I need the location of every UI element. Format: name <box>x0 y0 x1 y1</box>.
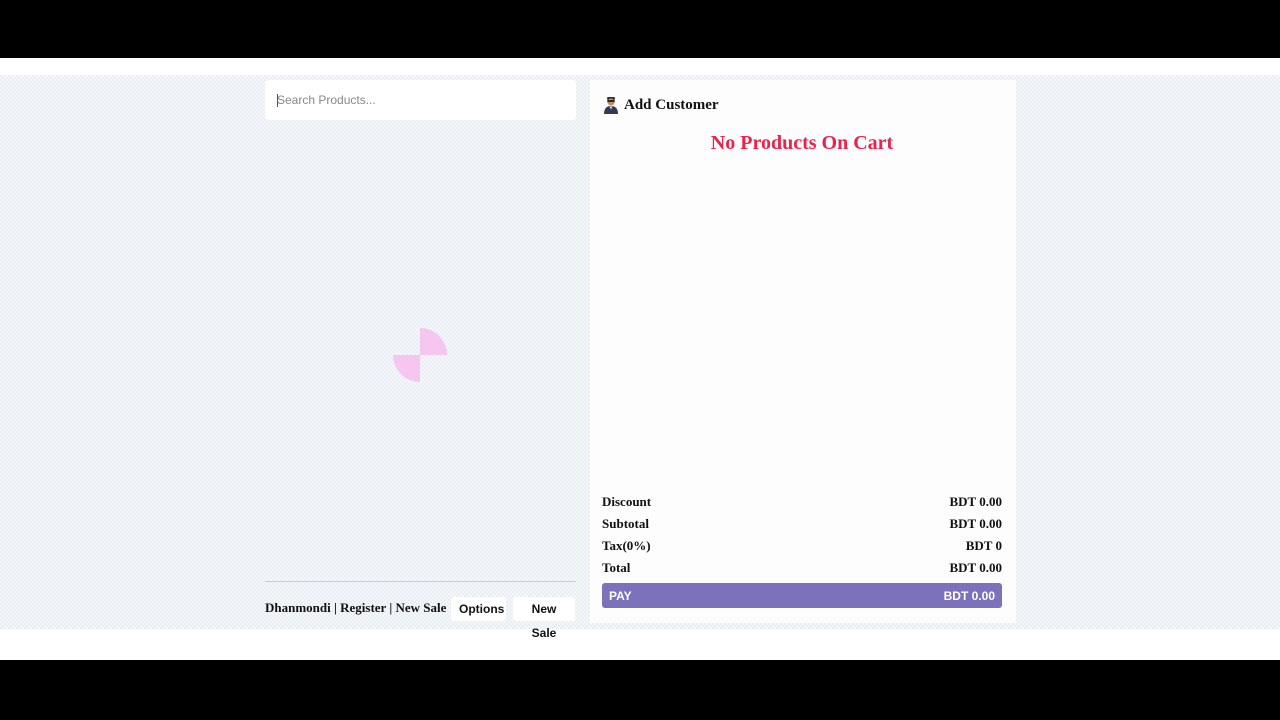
text-caret <box>277 94 278 107</box>
tax-label: Tax(0%) <box>602 538 651 553</box>
total-label: Total <box>602 560 631 575</box>
empty-cart-message: No Products On Cart <box>710 132 894 154</box>
footer-divider <box>265 581 576 582</box>
search-input[interactable] <box>265 80 576 120</box>
person-icon <box>604 97 618 114</box>
total-value: BDT 0.00 <box>949 560 1003 575</box>
top-strip <box>0 58 1280 75</box>
subtotal-row: Subtotal BDT 0.00 <box>602 516 1002 532</box>
new-sale-button[interactable]: New Sale <box>513 597 575 640</box>
bottom-strip <box>0 629 1280 660</box>
discount-label: Discount <box>602 494 652 509</box>
options-button[interactable]: Options <box>451 597 506 621</box>
subtotal-value: BDT 0.00 <box>949 516 1003 531</box>
search-box[interactable] <box>265 80 576 120</box>
pay-amount: BDT 0.00 <box>943 588 995 603</box>
add-customer-label: Add Customer <box>624 96 719 113</box>
location-register-info: Dhanmondi | Register | New Sale <box>265 600 447 615</box>
loading-spinner-icon <box>393 328 447 382</box>
pay-label: PAY <box>609 588 632 603</box>
discount-row: Discount BDT 0.00 <box>602 494 1002 510</box>
subtotal-label: Subtotal <box>602 516 649 531</box>
pay-button[interactable]: PAY BDT 0.00 <box>602 583 1002 608</box>
add-customer-button[interactable]: Add Customer <box>602 96 719 114</box>
total-row: Total BDT 0.00 <box>602 560 1002 576</box>
tax-row: Tax(0%) BDT 0 <box>602 538 1002 554</box>
tax-value: BDT 0 <box>965 538 1002 553</box>
discount-value: BDT 0.00 <box>949 494 1003 509</box>
